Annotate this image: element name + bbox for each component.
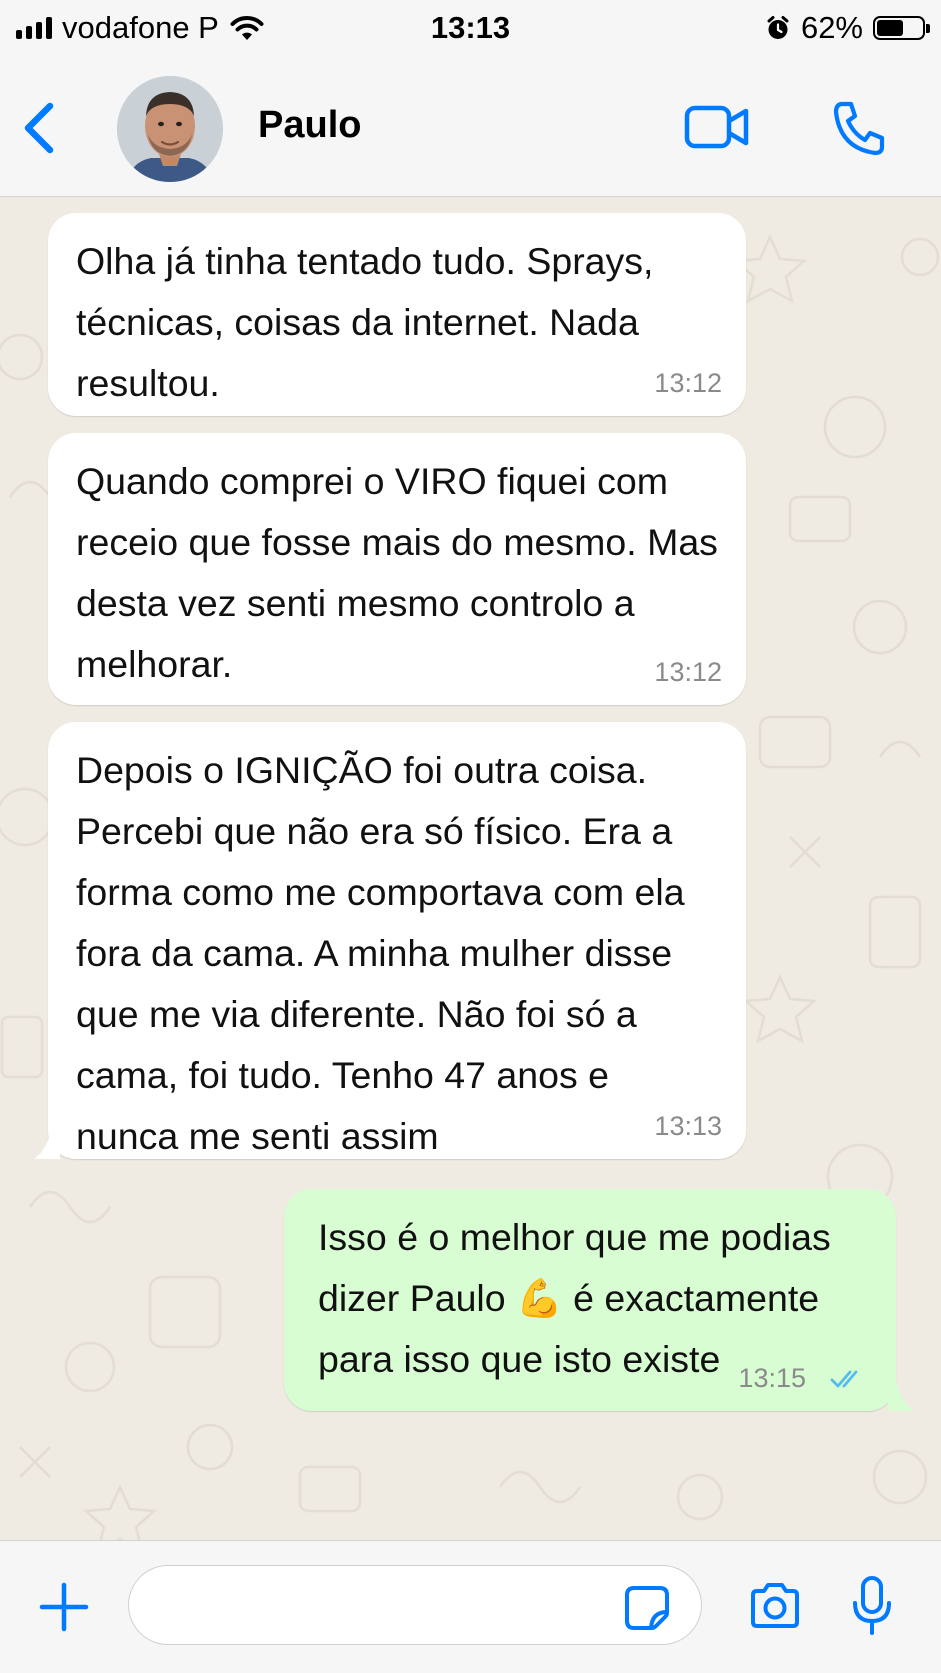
message-list[interactable]: Olha já tinha tentado tudo. Sprays, técn… [0, 197, 941, 1540]
back-chevron-icon[interactable] [18, 98, 62, 158]
avatar-portrait [117, 76, 223, 182]
contact-name[interactable]: Paulo [258, 104, 361, 147]
message-bubble-incoming[interactable]: Quando comprei o VIRO fiquei com receio … [48, 433, 746, 705]
microphone-icon[interactable] [850, 1575, 894, 1637]
message-input[interactable] [128, 1565, 702, 1645]
message-time: 13:12 [654, 368, 722, 398]
message-time: 13:13 [654, 1111, 722, 1141]
plus-icon[interactable] [38, 1581, 90, 1633]
message-time: 13:15 [738, 1363, 806, 1393]
message-time: 13:12 [654, 657, 722, 687]
battery-icon [873, 16, 930, 40]
avatar[interactable] [117, 76, 223, 182]
bubble-tail [888, 1381, 914, 1411]
bubble-tail [34, 1129, 60, 1159]
phone-call-icon[interactable] [830, 98, 886, 158]
camera-icon[interactable] [748, 1581, 802, 1631]
alarm-icon [767, 16, 789, 39]
battery-percent: 62% [800, 10, 863, 45]
message-bubble-incoming[interactable]: Olha já tinha tentado tudo. Sprays, técn… [48, 213, 746, 416]
video-call-icon[interactable] [684, 102, 750, 152]
message-text: Quando comprei o VIRO fiquei com receio … [76, 460, 718, 685]
chat-header: Paulo [0, 58, 941, 197]
read-receipt-icon [830, 1370, 858, 1388]
message-bubble-outgoing[interactable]: Isso é o melhor que me podias dizer Paul… [284, 1189, 896, 1411]
message-bubble-incoming[interactable]: Depois o IGNIÇÃO foi outra coisa. Perceb… [48, 722, 746, 1159]
message-text: Olha já tinha tentado tudo. Sprays, técn… [76, 240, 654, 404]
status-bar: vodafone P 13:13 62% [0, 0, 941, 58]
sticker-icon[interactable] [624, 1585, 670, 1631]
composer-bar [0, 1540, 941, 1673]
battery-level [877, 20, 903, 36]
message-text: Depois o IGNIÇÃO foi outra coisa. Perceb… [76, 749, 685, 1157]
status-right: 62% [765, 10, 930, 46]
